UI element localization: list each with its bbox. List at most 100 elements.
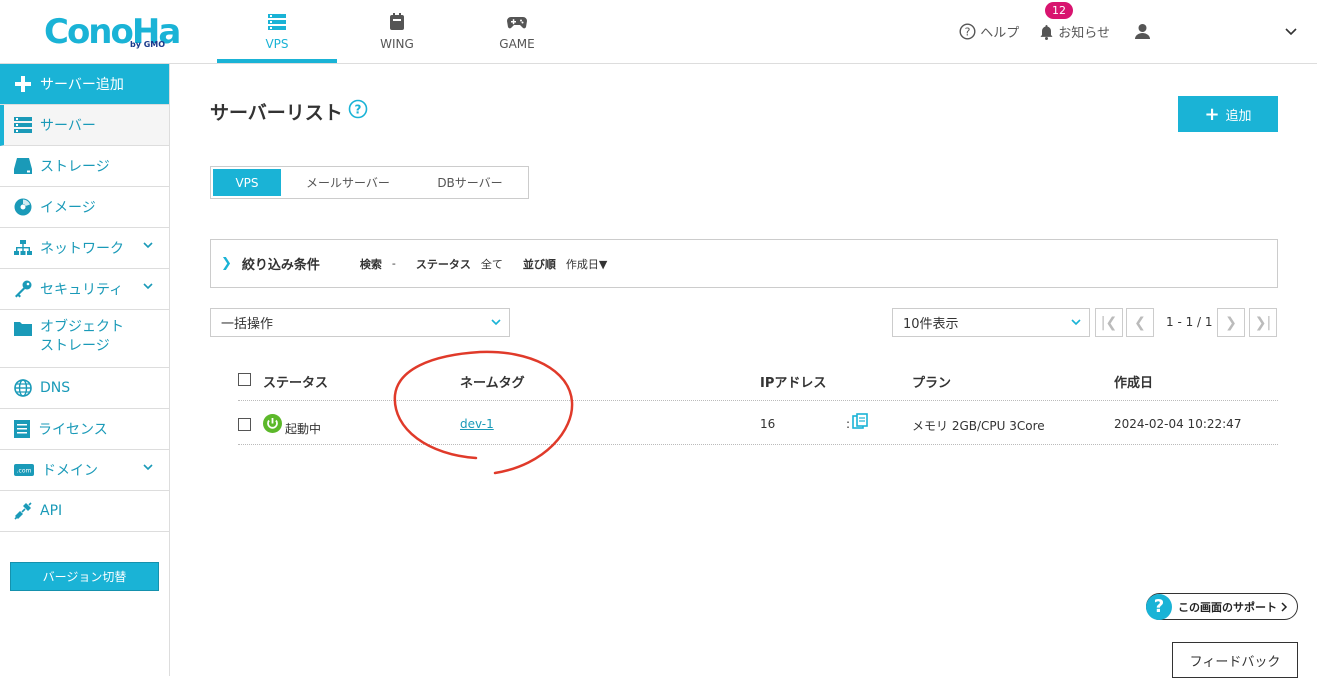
help-link[interactable]: ? ヘルプ bbox=[959, 22, 1019, 41]
sidebar-item-label: ドメイン bbox=[42, 463, 98, 479]
first-page-button[interactable]: |❮ bbox=[1095, 308, 1123, 337]
filter-order-key: 並び順 bbox=[522, 257, 556, 271]
sidebar-item-api[interactable]: API bbox=[0, 491, 169, 532]
notice-count-badge: 12 bbox=[1045, 2, 1073, 19]
question-icon: ? bbox=[1146, 593, 1172, 620]
row-created: 2024-02-04 10:22:47 bbox=[1114, 417, 1242, 431]
sidebar-item-label: DNS bbox=[40, 380, 71, 396]
header-right: ? ヘルプ お知らせ bbox=[959, 0, 1317, 63]
tab-wing[interactable]: WING bbox=[337, 0, 457, 63]
per-page-select[interactable]: 10件表示 bbox=[892, 308, 1090, 337]
sidebar-item-license[interactable]: ライセンス bbox=[0, 409, 169, 450]
bulk-action-select[interactable]: 一括操作 bbox=[210, 308, 510, 337]
copy-icon[interactable] bbox=[852, 413, 869, 430]
help-label: ヘルプ bbox=[980, 26, 1020, 41]
tab-vps[interactable]: VPS bbox=[217, 0, 337, 63]
last-page-button[interactable]: ❯| bbox=[1249, 308, 1277, 337]
sidebar-item-domain[interactable]: .com ドメイン bbox=[0, 450, 169, 491]
select-all-checkbox[interactable] bbox=[238, 373, 251, 386]
sidebar-add-server[interactable]: サーバー追加 bbox=[0, 64, 169, 105]
prev-page-button[interactable]: ❮ bbox=[1126, 308, 1154, 337]
add-button-label: 追加 bbox=[1225, 108, 1252, 124]
add-server-button[interactable]: + 追加 bbox=[1178, 96, 1278, 132]
chevron-right-icon: ❯ bbox=[1225, 314, 1237, 331]
filter-toggle[interactable]: ❯ 絞り込み条件 bbox=[221, 254, 320, 273]
domain-icon: .com bbox=[14, 464, 34, 476]
chevron-left-icon: ❮ bbox=[1134, 314, 1146, 331]
license-icon bbox=[14, 420, 30, 438]
plus-icon bbox=[15, 76, 31, 92]
sidebar-add-label: サーバー追加 bbox=[40, 77, 124, 93]
chevron-down-icon bbox=[143, 242, 153, 249]
tab-db-server[interactable]: DBサーバー bbox=[415, 169, 525, 196]
help-circle-icon: ? bbox=[959, 23, 976, 40]
tab-game[interactable]: GAME bbox=[457, 0, 577, 63]
notice-link[interactable]: お知らせ bbox=[1039, 22, 1110, 41]
image-disc-icon bbox=[14, 198, 32, 216]
feedback-button[interactable]: フィードバック bbox=[1172, 642, 1298, 678]
api-icon bbox=[14, 502, 32, 520]
filter-panel[interactable]: ❯ 絞り込み条件 検索 - ステータス 全て 並び順 作成日▼ bbox=[210, 239, 1278, 288]
gamepad-icon bbox=[507, 16, 527, 28]
sidebar-item-image[interactable]: イメージ bbox=[0, 187, 169, 228]
row-nametag-link[interactable]: dev-1 bbox=[460, 417, 494, 431]
bell-icon bbox=[1040, 24, 1053, 40]
last-page-icon: ❯| bbox=[1254, 314, 1272, 331]
key-icon bbox=[15, 280, 32, 298]
col-header-plan[interactable]: プラン bbox=[912, 372, 951, 391]
help-circle-icon[interactable]: ? bbox=[348, 99, 368, 119]
col-header-status[interactable]: ステータス bbox=[263, 372, 328, 391]
server-icon bbox=[268, 13, 286, 30]
chevron-down-icon bbox=[1071, 319, 1081, 326]
sidebar-item-label: サーバー bbox=[40, 118, 96, 134]
per-page-value: 10件表示 bbox=[903, 317, 959, 332]
filter-search-key: 検索 bbox=[359, 257, 382, 271]
user-icon bbox=[1135, 24, 1150, 39]
row-status: 起動中 bbox=[285, 422, 322, 436]
page-indicator: 1 - 1 / 1 bbox=[1166, 315, 1213, 329]
first-page-icon: |❮ bbox=[1100, 314, 1118, 331]
sidebar-item-label: API bbox=[40, 503, 63, 519]
row-ip-suffix: : bbox=[846, 417, 851, 431]
row-plan: メモリ 2GB/CPU 3Core bbox=[912, 419, 1045, 433]
next-page-button[interactable]: ❯ bbox=[1217, 308, 1245, 337]
sidebar-item-storage[interactable]: ストレージ bbox=[0, 146, 169, 187]
row-divider bbox=[238, 400, 1278, 401]
account-menu[interactable] bbox=[1134, 23, 1301, 40]
chevron-down-icon bbox=[143, 464, 153, 471]
tab-mail-server[interactable]: メールサーバー bbox=[281, 169, 415, 196]
sidebar: サーバー追加 サーバー ストレージ イメージ ネットワーク セキュリティ オブジ… bbox=[0, 64, 170, 676]
sidebar-item-label: ライセンス bbox=[38, 422, 108, 438]
col-header-ip[interactable]: IPアドレス bbox=[760, 372, 826, 391]
globe-icon bbox=[14, 379, 32, 397]
col-header-created[interactable]: 作成日 bbox=[1114, 372, 1153, 391]
sidebar-item-label: ストレージ bbox=[40, 159, 110, 175]
storage-icon bbox=[14, 158, 32, 174]
col-header-nametag[interactable]: ネームタグ bbox=[460, 372, 525, 391]
sidebar-item-label: セキュリティ bbox=[40, 282, 124, 298]
sidebar-item-label: イメージ bbox=[40, 200, 96, 216]
chevron-down-icon bbox=[1285, 27, 1297, 35]
chevron-down-icon bbox=[491, 319, 501, 326]
tab-vps-servers[interactable]: VPS bbox=[213, 169, 281, 196]
chevron-right-icon bbox=[1281, 601, 1288, 612]
tab-wing-label: WING bbox=[380, 36, 414, 51]
sidebar-item-security[interactable]: セキュリティ bbox=[0, 269, 169, 310]
support-label: この画面のサポート bbox=[1178, 600, 1277, 614]
sidebar-item-object-storage[interactable]: オブジェクト ストレージ bbox=[0, 310, 169, 368]
main-content: サーバーリスト ? + 追加 VPS メールサーバー DBサーバー ❯ 絞り込み… bbox=[171, 64, 1317, 676]
network-icon bbox=[14, 240, 32, 255]
sidebar-item-server[interactable]: サーバー bbox=[0, 105, 169, 146]
svg-text:?: ? bbox=[355, 103, 362, 117]
version-switch-button[interactable]: バージョン切替 bbox=[10, 562, 159, 591]
logo-by: by GMO bbox=[130, 40, 166, 49]
row-checkbox[interactable] bbox=[238, 418, 251, 431]
filter-status-value: 全て bbox=[480, 257, 503, 271]
filter-order-value: 作成日▼ bbox=[565, 257, 608, 271]
conoha-logo[interactable]: ConoHa by GMO bbox=[44, 12, 181, 52]
sidebar-item-label: ネットワーク bbox=[40, 241, 124, 257]
screen-support-button[interactable]: ? この画面のサポート bbox=[1146, 593, 1298, 620]
sidebar-item-dns[interactable]: DNS bbox=[0, 368, 169, 409]
sidebar-item-network[interactable]: ネットワーク bbox=[0, 228, 169, 269]
svg-text:?: ? bbox=[965, 26, 971, 39]
